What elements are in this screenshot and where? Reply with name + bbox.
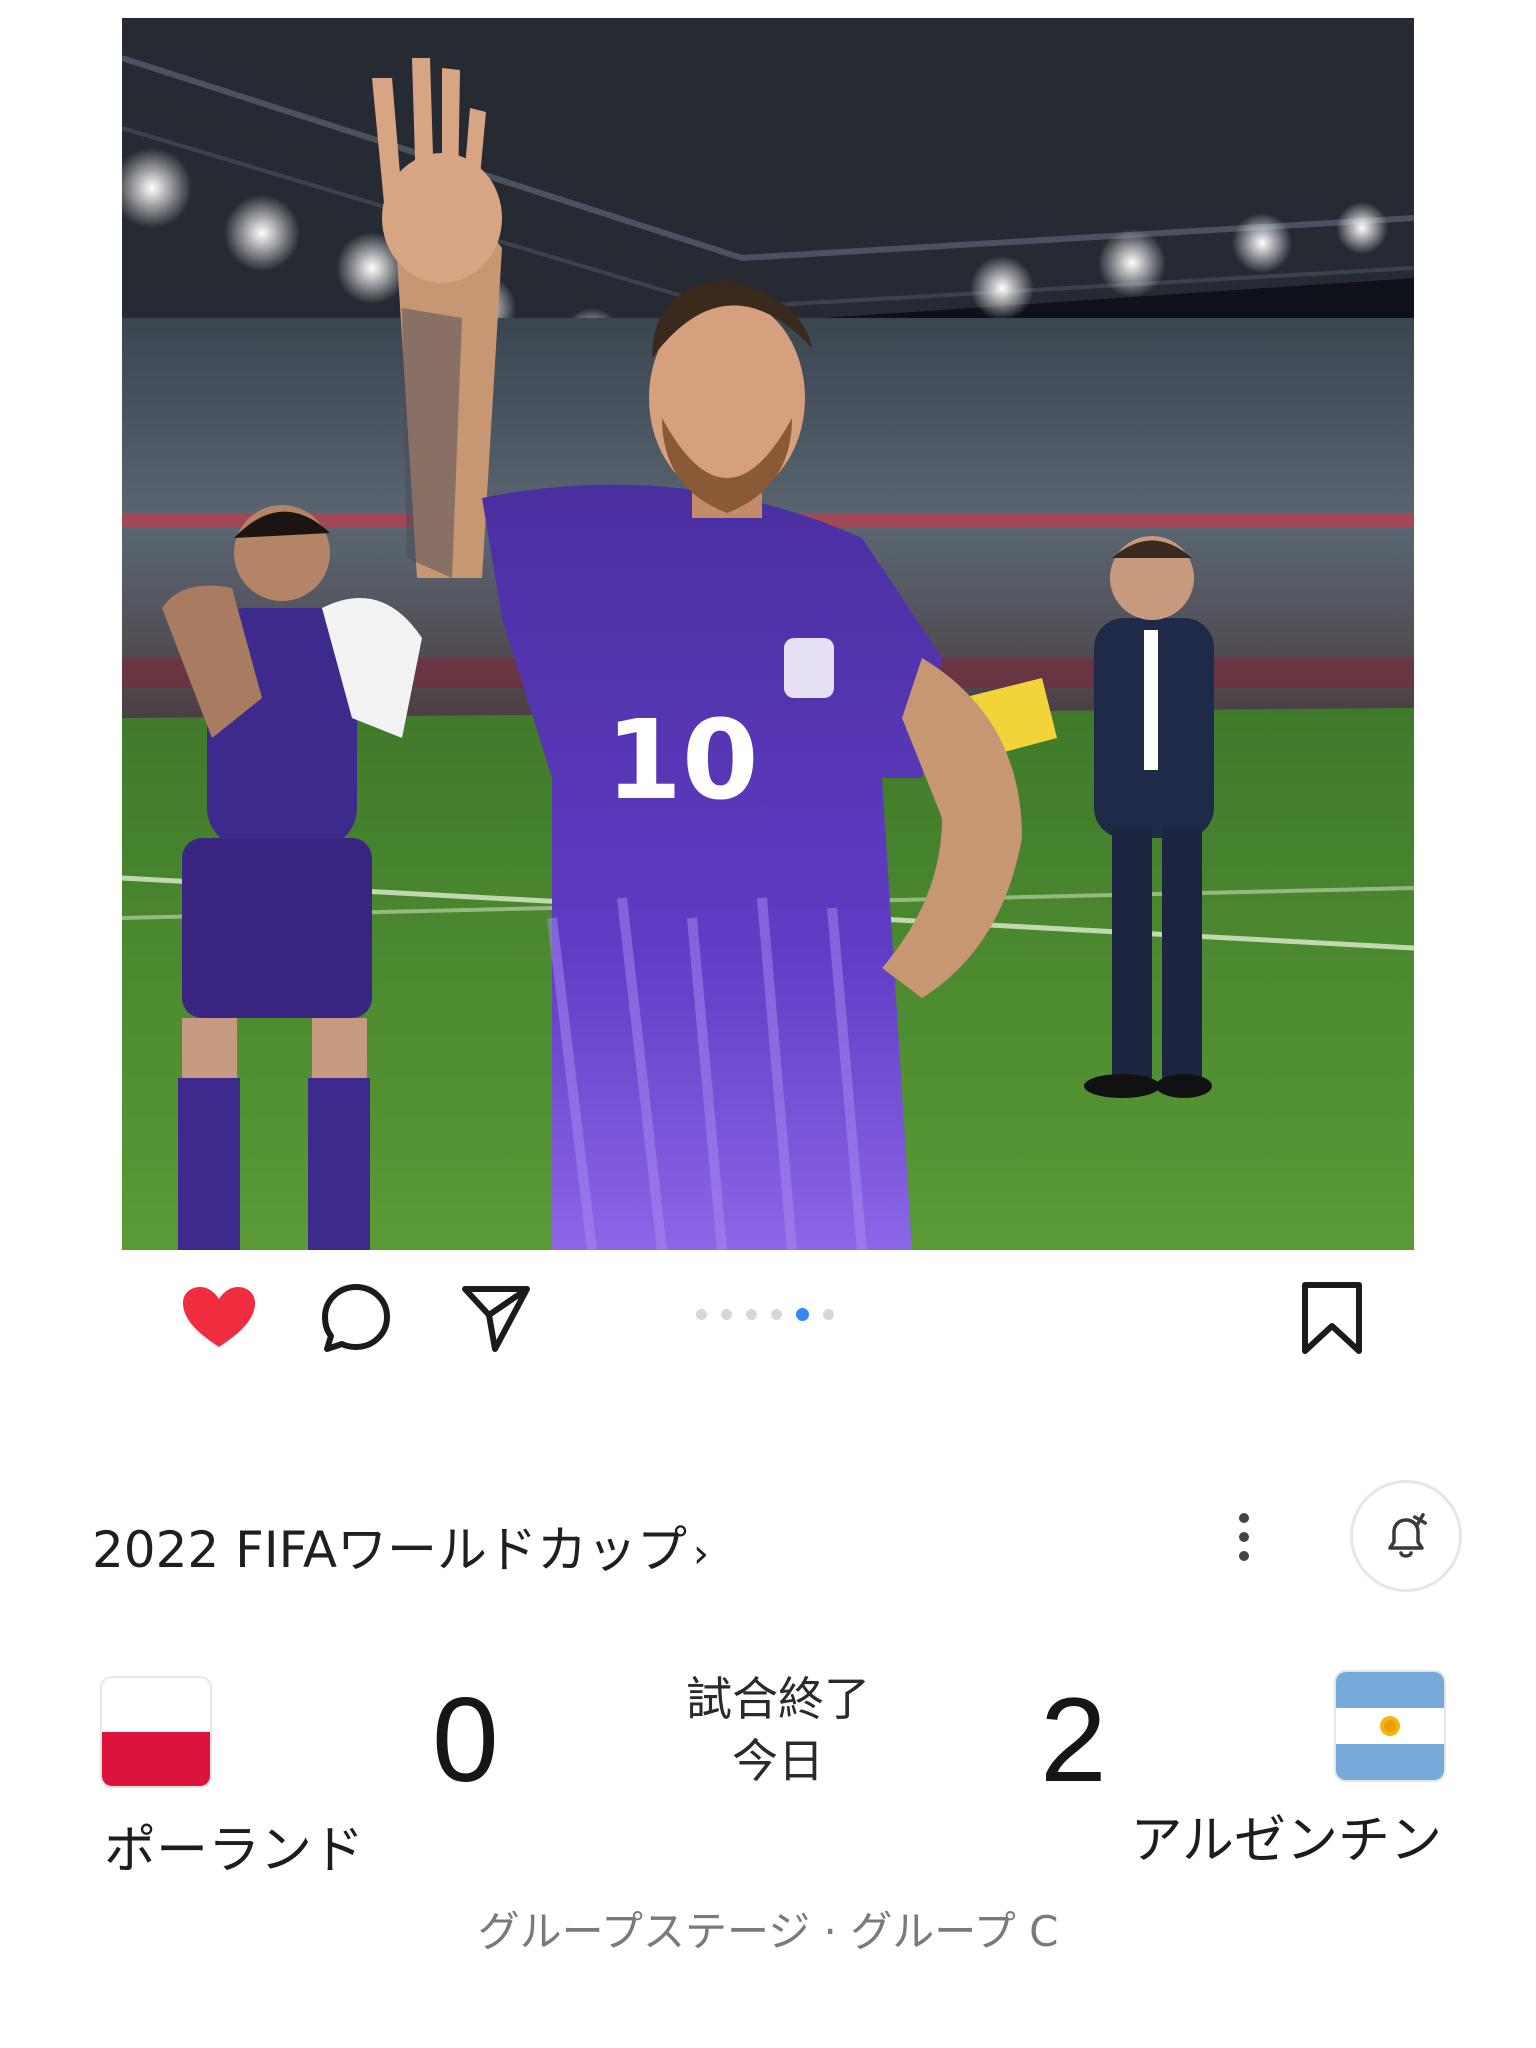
like-button[interactable] [175,1282,263,1352]
more-vertical-icon-dot [1239,1532,1249,1542]
poland-flag[interactable] [102,1678,210,1786]
comment-bubble-icon [322,1284,390,1352]
match-date: 今日 [732,1734,824,1788]
match-status-label: 試合終了 [686,1672,870,1726]
post-photo-illustration: 10 [122,18,1414,1250]
notify-button[interactable] [1350,1480,1462,1592]
more-vertical-icon-dot [1239,1551,1249,1561]
save-button[interactable] [1294,1276,1370,1360]
match-status: 試合終了 今日 [628,1668,928,1792]
heart-icon [183,1287,255,1347]
carousel-dot-active [796,1308,809,1321]
match-stage: グループステージ · グループ C [477,1907,1059,1956]
home-team-name[interactable]: ポーランド [104,1808,364,1883]
chevron-right-icon: › [693,1531,710,1577]
scoreboard: ポーランド 0 試合終了 今日 2 アルゼンチン グループステージ · グループ… [0,1660,1536,1960]
carousel-dot [823,1309,834,1320]
home-score: 0 [432,1673,499,1807]
more-vertical-icon [1239,1513,1249,1523]
more-options-button[interactable] [1224,1502,1264,1572]
post-photo[interactable]: 10 [122,18,1414,1250]
share-button[interactable] [456,1280,536,1356]
argentina-flag[interactable] [1336,1672,1444,1780]
poland-flag-image [102,1678,210,1786]
competition-link[interactable]: 2022 FIFAワールドカップ › [92,1510,709,1582]
carousel-dot [746,1309,757,1320]
competition-name: 2022 FIFAワールドカップ [92,1521,688,1579]
comment-button[interactable] [316,1280,396,1356]
away-score: 2 [1040,1673,1107,1807]
away-team-name[interactable]: アルゼンチン [1131,1798,1442,1873]
carousel-dot [721,1309,732,1320]
argentina-flag-image [1336,1672,1444,1780]
post-actions [0,1270,1536,1360]
carousel-dot [771,1309,782,1320]
carousel-dot [696,1309,707,1320]
bookmark-icon [1302,1282,1362,1354]
bell-plus-icon [1388,1513,1427,1558]
match-header: 2022 FIFAワールドカップ › [0,1480,1536,1600]
screen: 10 2022 FIFAワールドカップ › ポーランド 0 試合終了 今日 2 … [0,0,1536,2048]
svg-text:10: 10 [605,696,758,824]
carousel-indicator [696,1308,834,1321]
send-arrow-icon [462,1286,530,1352]
